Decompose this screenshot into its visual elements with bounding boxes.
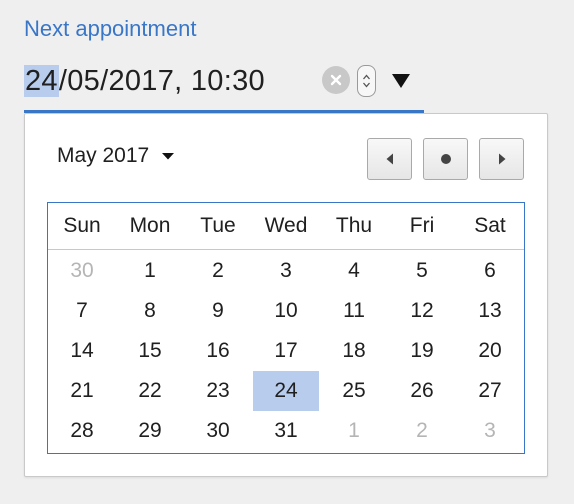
weekday-label: Thu bbox=[335, 214, 373, 237]
weekday-label: Fri bbox=[409, 214, 435, 237]
datetime-value[interactable]: 24/05/2017, 10:30 bbox=[24, 64, 265, 98]
dropdown-button[interactable] bbox=[390, 70, 412, 92]
calendar-day[interactable]: 20 bbox=[457, 331, 523, 371]
calendar-grid: Sun Mon Tue Wed Thu Fri Sat 30 1 2 3 4 5 6 7 8 9 1… bbox=[47, 202, 525, 454]
caret-down-icon bbox=[161, 152, 175, 160]
calendar-day[interactable]: 29 bbox=[117, 411, 183, 451]
calendar-day[interactable]: 2 bbox=[185, 251, 251, 291]
year-segment[interactable]: 2017 bbox=[108, 65, 174, 97]
calendar-day[interactable]: 21 bbox=[49, 371, 115, 411]
time-separator: , bbox=[174, 65, 191, 97]
weekday-label: Sun bbox=[63, 214, 101, 237]
calendar-day[interactable]: 9 bbox=[185, 291, 251, 331]
calendar-day[interactable]: 19 bbox=[389, 331, 455, 371]
month-navigation bbox=[367, 138, 524, 180]
calendar-day[interactable]: 14 bbox=[49, 331, 115, 371]
weekday-label: Wed bbox=[264, 214, 308, 237]
weekday-header: Sun Mon Tue Wed Thu Fri Sat bbox=[48, 203, 524, 250]
calendar-day-other-month[interactable]: 1 bbox=[321, 411, 387, 451]
triangle-down-icon bbox=[392, 74, 410, 88]
calendar-day[interactable]: 15 bbox=[117, 331, 183, 371]
triangle-left-icon bbox=[386, 153, 393, 165]
weekday-label: Mon bbox=[129, 214, 171, 237]
clear-x-icon bbox=[330, 74, 342, 86]
calendar-popup: May 2017 Sun Mon Tue Wed Thu Fri Sat 30 1… bbox=[24, 113, 548, 477]
calendar-day[interactable]: 17 bbox=[253, 331, 319, 371]
field-label: Next appointment bbox=[24, 16, 197, 41]
calendar-day[interactable]: 26 bbox=[389, 371, 455, 411]
calendar-day[interactable]: 4 bbox=[321, 251, 387, 291]
time-segment[interactable]: 10:30 bbox=[191, 65, 265, 97]
calendar-days: 30 1 2 3 4 5 6 7 8 9 10 11 12 13 14 15 16 17 18 19 20 21 22 23 2… bbox=[48, 250, 524, 451]
datetime-input[interactable]: 24/05/2017, 10:30 bbox=[24, 58, 424, 113]
month-year-label: May 2017 bbox=[57, 144, 150, 167]
dot-icon bbox=[440, 154, 451, 164]
calendar-day[interactable]: 1 bbox=[117, 251, 183, 291]
calendar-day[interactable]: 7 bbox=[49, 291, 115, 331]
calendar-day[interactable]: 12 bbox=[389, 291, 455, 331]
calendar-day[interactable]: 6 bbox=[457, 251, 523, 291]
calendar-day[interactable]: 27 bbox=[457, 371, 523, 411]
calendar-day-other-month[interactable]: 2 bbox=[389, 411, 455, 451]
triangle-right-icon bbox=[498, 153, 505, 165]
spin-up-down-icon bbox=[363, 74, 370, 88]
month-year-select[interactable]: May 2017 bbox=[57, 144, 175, 168]
calendar-day[interactable]: 30 bbox=[185, 411, 251, 451]
calendar-day[interactable]: 8 bbox=[117, 291, 183, 331]
calendar-day[interactable]: 13 bbox=[457, 291, 523, 331]
calendar-day[interactable]: 11 bbox=[321, 291, 387, 331]
calendar-day[interactable]: 18 bbox=[321, 331, 387, 371]
weekday-label: Sat bbox=[474, 214, 506, 237]
date-separator: / bbox=[58, 65, 68, 97]
calendar-day[interactable]: 28 bbox=[49, 411, 115, 451]
calendar-day-other-month[interactable]: 3 bbox=[457, 411, 523, 451]
day-segment[interactable]: 24 bbox=[24, 65, 59, 97]
calendar-day[interactable]: 16 bbox=[185, 331, 251, 371]
calendar-day[interactable]: 5 bbox=[389, 251, 455, 291]
month-segment[interactable]: 05 bbox=[67, 65, 100, 97]
calendar-day[interactable]: 23 bbox=[185, 371, 251, 411]
previous-month-button[interactable] bbox=[367, 138, 412, 180]
calendar-day[interactable]: 25 bbox=[321, 371, 387, 411]
today-button[interactable] bbox=[423, 138, 468, 180]
calendar-day-selected[interactable]: 24 bbox=[253, 371, 319, 411]
calendar-day[interactable]: 22 bbox=[117, 371, 183, 411]
calendar-day-other-month[interactable]: 30 bbox=[49, 251, 115, 291]
clear-button[interactable] bbox=[322, 66, 350, 94]
calendar-day[interactable]: 3 bbox=[253, 251, 319, 291]
next-month-button[interactable] bbox=[479, 138, 524, 180]
spin-button[interactable] bbox=[357, 65, 376, 97]
calendar-day[interactable]: 31 bbox=[253, 411, 319, 451]
weekday-label: Tue bbox=[200, 214, 236, 237]
calendar-day[interactable]: 10 bbox=[253, 291, 319, 331]
